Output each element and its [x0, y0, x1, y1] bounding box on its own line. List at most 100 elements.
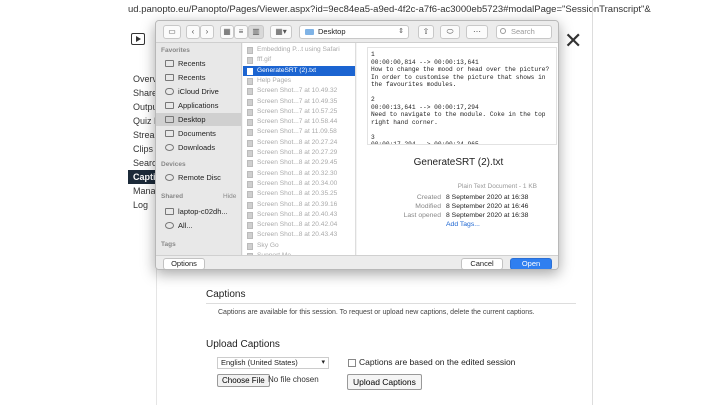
sidebar-item-laptop[interactable]: laptop-c02dh... — [156, 205, 242, 218]
clock-icon — [165, 60, 174, 67]
created-value: 8 September 2020 at 16:38 — [446, 194, 529, 201]
file-icon — [247, 139, 253, 147]
nav-item-streams[interactable]: Streams — [128, 128, 156, 142]
document-icon — [165, 130, 174, 137]
captions-description: Captions are available for this session.… — [218, 309, 535, 316]
file-icon — [247, 77, 253, 85]
preview-text: 1 00:00:00,814 --> 00:00:13,641 How to c… — [367, 47, 557, 145]
nav-item-overview[interactable]: Overview — [128, 72, 156, 86]
sidebar-item-desktop[interactable]: Desktop — [156, 113, 242, 126]
computer-icon — [165, 208, 174, 215]
network-icon — [165, 222, 174, 229]
nav-item-outputs[interactable]: Outputs — [128, 100, 156, 114]
file-list-item[interactable]: Sky Go — [243, 241, 355, 251]
file-list-item[interactable]: Screen Shot...7 at 10.58.44 — [243, 117, 355, 127]
sidebar-item-all[interactable]: All... — [156, 219, 242, 232]
nav-item-captions[interactable]: Captions — [128, 170, 156, 184]
dialog-sidebar: Favorites Recents Recents iCloud Drive A… — [156, 43, 242, 255]
file-list-item[interactable]: Screen Shot...8 at 20.27.24 — [243, 138, 355, 148]
sidebar-item-remote-disc[interactable]: Remote Disc — [156, 171, 242, 184]
choose-file-button[interactable]: Choose File — [217, 374, 270, 387]
location-popup[interactable]: Desktop ⇕ — [299, 25, 409, 39]
file-icon — [247, 88, 253, 96]
close-icon[interactable]: ✕ — [564, 30, 582, 52]
file-list-item[interactable]: Screen Shot...8 at 20.32.30 — [243, 169, 355, 179]
column-view-icon[interactable]: ▥ — [248, 25, 264, 39]
file-list-item[interactable]: fff.gif — [243, 55, 355, 65]
file-list-item[interactable]: Screen Shot...7 at 11.09.58 — [243, 127, 355, 137]
back-button[interactable]: ‹ — [186, 25, 200, 39]
file-icon — [247, 47, 253, 54]
address-bar[interactable]: ud.panopto.eu/Panopto/Pages/Viewer.aspx?… — [128, 0, 720, 20]
file-list-item[interactable]: Screen Shot...8 at 20.39.16 — [243, 200, 355, 210]
sidebar-item-applications[interactable]: Applications — [156, 99, 242, 112]
open-file-dialog: ▭ ‹ › ▦ ≡ ▥ ▦▾ Desktop ⇕ ⇧ ⬭ ⋯ Search Fa… — [155, 20, 559, 270]
file-list-item[interactable]: Embedding P...t using Safari — [243, 45, 355, 55]
sidebar-toggle-icon[interactable]: ▭ — [163, 25, 181, 39]
file-icon — [247, 119, 253, 127]
cancel-button[interactable]: Cancel — [461, 258, 503, 269]
nav-item-clips[interactable]: Clips — [128, 142, 156, 156]
file-name: GenerateSRT (2).txt — [257, 66, 317, 74]
file-name: Embedding P...t using Safari — [257, 46, 340, 53]
file-icon — [247, 180, 253, 188]
dialog-footer: Options Cancel Open — [156, 255, 558, 269]
tag-icon[interactable]: ⬭ — [440, 25, 460, 39]
sidebar-item-documents[interactable]: Documents — [156, 127, 242, 140]
options-button[interactable]: Options — [163, 258, 205, 269]
share-icon[interactable]: ⇧ — [418, 25, 434, 39]
file-icon — [247, 108, 253, 116]
add-tags-link[interactable]: Add Tags... — [446, 221, 480, 228]
download-icon — [165, 144, 174, 151]
file-icon — [247, 211, 253, 219]
file-list-item[interactable]: Screen Shot...8 at 20.43.43 — [243, 230, 355, 240]
page-divider — [592, 0, 593, 405]
nav-item-quiz-results[interactable]: Quiz Results — [128, 114, 156, 128]
file-name: Screen Shot...8 at 20.27.24 — [257, 138, 338, 146]
forward-button[interactable]: › — [200, 25, 214, 39]
favorites-heading: Favorites — [161, 47, 190, 54]
file-list-item[interactable]: Screen Shot...7 at 10.57.25 — [243, 107, 355, 117]
file-list: Embedding P...t using Safari fff.gif Gener… — [243, 43, 356, 255]
file-name: Screen Shot...8 at 20.32.30 — [257, 169, 338, 177]
nav-item-log[interactable]: Log — [128, 198, 156, 212]
icon-view-icon[interactable]: ▦ — [220, 25, 234, 39]
file-icon — [247, 242, 253, 250]
search-icon — [500, 28, 506, 34]
sidebar-item-recents-2[interactable]: Recents — [156, 71, 242, 84]
file-list-item[interactable]: Screen Shot...7 at 10.49.32 — [243, 86, 355, 96]
opened-value: 8 September 2020 at 16:38 — [446, 212, 529, 219]
file-list-item[interactable]: Screen Shot...8 at 20.40.43 — [243, 210, 355, 220]
nav-item-share[interactable]: Share — [128, 86, 156, 100]
action-menu-icon[interactable]: ⋯ — [466, 25, 488, 39]
sidebar-item-icloud[interactable]: iCloud Drive — [156, 85, 242, 98]
nav-item-search[interactable]: Search — [128, 156, 156, 170]
group-view-icon[interactable]: ▦▾ — [270, 25, 292, 39]
sidebar-item-recents[interactable]: Recents — [156, 57, 242, 70]
file-list-item[interactable]: Screen Shot...8 at 20.42.04 — [243, 220, 355, 230]
sidebar-item-downloads[interactable]: Downloads — [156, 141, 242, 154]
devices-heading: Devices — [161, 161, 186, 168]
hide-shared-link[interactable]: Hide — [223, 193, 236, 200]
file-list-item[interactable]: Help Pages — [243, 76, 355, 86]
open-button[interactable]: Open — [510, 258, 552, 269]
section-divider — [206, 303, 576, 304]
file-preview: 1 00:00:00,814 --> 00:00:13,641 How to c… — [357, 43, 558, 255]
upload-captions-button[interactable]: Upload Captions — [347, 374, 422, 390]
nav-item-manage[interactable]: Manage — [128, 184, 156, 198]
player-icon[interactable] — [131, 33, 145, 45]
file-icon — [247, 170, 253, 178]
file-list-item[interactable]: Screen Shot...8 at 20.35.25 — [243, 189, 355, 199]
language-select[interactable]: English (United States) ▾ — [217, 357, 329, 369]
file-list-item[interactable]: GenerateSRT (2).txt — [243, 65, 355, 76]
file-list-item[interactable]: Screen Shot...8 at 20.29.45 — [243, 158, 355, 168]
file-list-item[interactable]: Screen Shot...8 at 20.27.29 — [243, 148, 355, 158]
file-icon — [247, 98, 253, 106]
file-name: Screen Shot...8 at 20.27.29 — [257, 149, 338, 156]
file-list-item[interactable]: Screen Shot...7 at 10.49.35 — [243, 97, 355, 107]
search-input[interactable]: Search — [496, 25, 552, 39]
edited-session-checkbox[interactable] — [348, 359, 356, 367]
file-list-item[interactable]: Screen Shot...8 at 20.34.00 — [243, 179, 355, 189]
list-view-icon[interactable]: ≡ — [234, 25, 248, 39]
disc-icon — [165, 174, 174, 181]
